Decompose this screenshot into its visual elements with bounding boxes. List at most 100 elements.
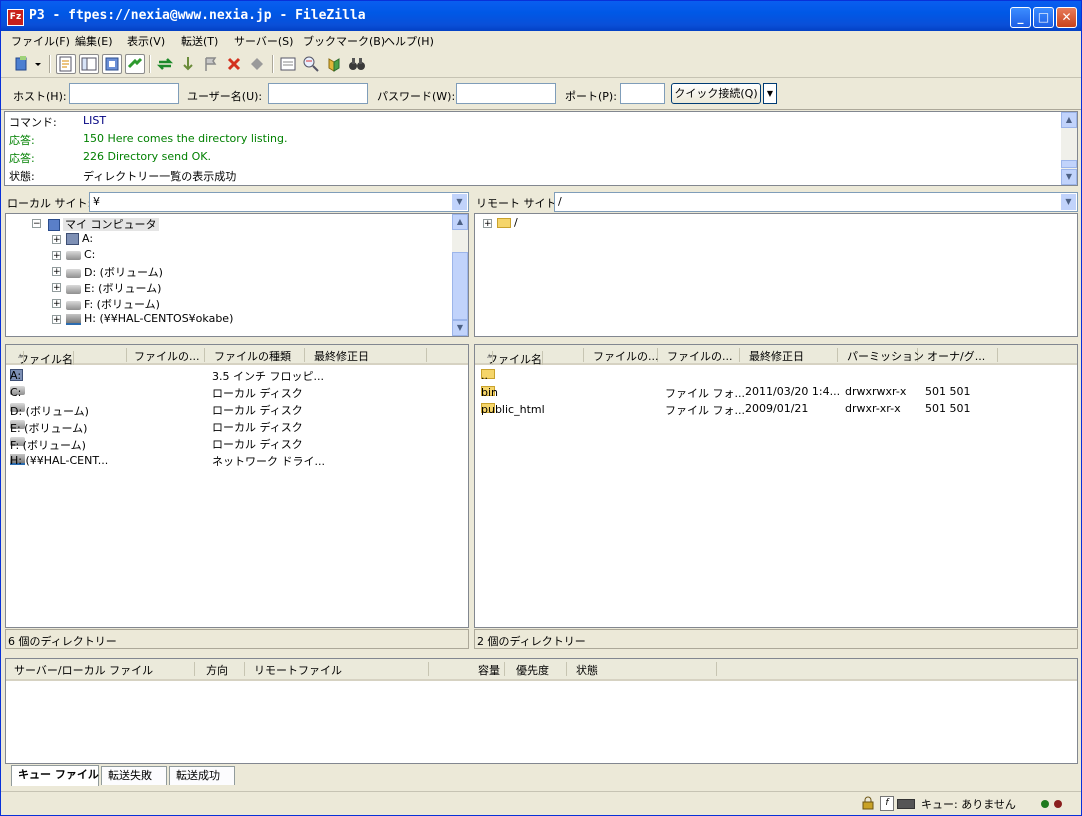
cancel-icon[interactable] [224, 54, 244, 74]
password-input[interactable] [456, 83, 556, 104]
expand-icon[interactable]: + [52, 251, 61, 261]
column-header-owner[interactable]: オーナ/グ... [927, 348, 998, 363]
sort-arrow-icon: ▵ [18, 351, 24, 365]
column-header-server-local-file[interactable]: サーバー/ローカル ファイル [14, 662, 195, 677]
tab-failed-transfers[interactable]: 転送失敗 [101, 766, 167, 785]
close-button[interactable]: ✕ [1056, 7, 1077, 28]
local-site-label: ローカル サイト: [7, 197, 92, 210]
site-manager-icon[interactable] [13, 54, 43, 74]
column-header-filetype[interactable]: ファイルの種類 [214, 348, 305, 363]
message-log-toggle-icon[interactable] [56, 54, 76, 74]
host-input[interactable] [69, 83, 179, 104]
chevron-down-icon[interactable]: ▼ [452, 194, 467, 210]
disconnect-icon[interactable] [247, 54, 267, 74]
tab-successful-transfers[interactable]: 転送成功 [169, 766, 235, 785]
expand-icon[interactable]: + [52, 267, 61, 277]
scroll-down-button[interactable]: ▼ [452, 320, 468, 336]
log-label: コマンド: [9, 116, 57, 129]
column-header-filesize[interactable]: ファイルの... [134, 348, 205, 363]
file-row[interactable]: F: (ボリューム) ローカル ディスク [6, 435, 468, 452]
local-path-combo[interactable]: ¥ ▼ [89, 192, 469, 212]
minimize-button[interactable]: _ [1010, 7, 1031, 28]
scroll-up-button[interactable]: ▲ [452, 214, 468, 230]
menu-edit[interactable]: 編集(E) [75, 33, 113, 49]
file-row[interactable]: E: (ボリューム) ローカル ディスク [6, 418, 468, 435]
quickconnect-button[interactable]: クイック接続(Q) [671, 83, 761, 104]
column-header-permissions[interactable]: パーミッション [847, 348, 924, 363]
hard-drive-icon [66, 284, 81, 294]
maximize-button[interactable]: □ [1033, 7, 1054, 28]
tab-queued-files[interactable]: キュー ファイル [11, 765, 99, 786]
local-tree-toggle-icon[interactable] [79, 54, 99, 74]
column-header-modified[interactable]: 最終修正日 [314, 348, 427, 363]
quickconnect-dropdown-button[interactable]: ▼ [763, 83, 777, 104]
file-row[interactable]: H: (¥¥HAL-CENT... ネットワーク ドライ... [6, 452, 468, 469]
expand-icon[interactable]: + [52, 315, 61, 325]
menu-server[interactable]: サーバー(S) [234, 33, 293, 49]
network-drive-icon [66, 313, 81, 325]
directory-compare-icon[interactable] [301, 54, 321, 74]
filter-icon[interactable] [278, 54, 298, 74]
column-header-remote-file[interactable]: リモートファイル [254, 662, 429, 677]
transfer-queue-toggle-icon[interactable] [125, 54, 145, 74]
column-header-status[interactable]: 状態 [576, 662, 717, 677]
log-scrollbar[interactable]: ▲ ▼ [1061, 112, 1077, 185]
filezilla-app-icon: Fz [7, 9, 24, 26]
column-header-modified[interactable]: 最終修正日 [749, 348, 838, 363]
log-label: 応答: [9, 134, 35, 147]
column-header-size[interactable]: 容量 [478, 662, 505, 677]
local-directory-tree: − マイ コンピュータ + A: + C: + D: (ボリューム) + E: … [5, 213, 469, 337]
file-row[interactable]: public_html ファイル フォ... 2009/01/21 drwxr-… [475, 401, 1077, 418]
file-row[interactable]: bin ファイル フォ... 2011/03/20 1:4... drwxrwx… [475, 384, 1077, 401]
menu-bookmark[interactable]: ブックマーク(B) [303, 33, 385, 49]
hard-drive-icon [66, 268, 81, 278]
search-binoculars-icon[interactable] [347, 54, 367, 74]
window-title: P3 - ftpes://nexia@www.nexia.jp - FileZi… [29, 8, 366, 23]
column-header-filename[interactable]: ファイル名 ▵ [18, 348, 127, 366]
column-header-filesize[interactable]: ファイルの... [593, 348, 659, 363]
column-header-filetype[interactable]: ファイルの... [667, 348, 740, 363]
file-row[interactable]: D: (ボリューム) ローカル ディスク [6, 401, 468, 418]
file-row[interactable]: A: 3.5 インチ フロッピ... [6, 367, 468, 384]
stop-flag-icon[interactable] [201, 54, 221, 74]
scroll-thumb[interactable] [1061, 160, 1077, 168]
remote-directory-tree: + / [474, 213, 1078, 337]
menu-file[interactable]: ファイル(F) [11, 33, 70, 49]
filter-status-icon[interactable]: f [880, 796, 894, 811]
tree-node-label: A: [82, 232, 94, 245]
username-input[interactable] [268, 83, 368, 104]
tree-node-label: / [514, 216, 518, 229]
port-input[interactable] [620, 83, 665, 104]
refresh-icon[interactable] [155, 54, 175, 74]
scroll-down-button[interactable]: ▼ [1061, 169, 1077, 185]
file-row[interactable]: C: ローカル ディスク [6, 384, 468, 401]
menu-view[interactable]: 表示(V) [127, 33, 165, 49]
expand-icon[interactable]: + [52, 299, 61, 309]
chevron-down-icon[interactable]: ▼ [1061, 194, 1076, 210]
lock-icon [861, 796, 875, 813]
column-header-filename[interactable]: ファイル名 ▵ [487, 348, 584, 366]
scroll-up-button[interactable]: ▲ [1061, 112, 1077, 128]
local-list-header: ファイル名 ▵ ファイルの... ファイルの種類 最終修正日 [6, 345, 468, 366]
remote-tree-toggle-icon[interactable] [102, 54, 122, 74]
expand-icon[interactable]: + [52, 235, 61, 245]
expand-icon[interactable]: + [52, 283, 61, 293]
column-header-priority[interactable]: 優先度 [516, 662, 567, 677]
local-tree-scrollbar[interactable]: ▲ ▼ [452, 214, 468, 336]
menu-bar: ファイル(F) 編集(E) 表示(V) 転送(T) サーバー(S) ブックマーク… [1, 31, 1081, 50]
menu-transfer[interactable]: 転送(T) [181, 33, 218, 49]
menu-help[interactable]: ヘルプ(H) [384, 33, 434, 49]
sync-browsing-icon[interactable] [324, 54, 344, 74]
file-row[interactable]: .. [475, 367, 1077, 384]
quickconnect-bar: ホスト(H): ユーザー名(U): パスワード(W): ポート(P): [1, 79, 1081, 110]
transfer-queue: サーバー/ローカル ファイル 方向 リモートファイル 容量 優先度 状態 [5, 658, 1078, 764]
scroll-thumb[interactable] [452, 252, 468, 320]
hard-drive-icon [66, 300, 81, 310]
remote-path-combo[interactable]: / ▼ [554, 192, 1078, 212]
title-bar[interactable]: Fz P3 - ftpes://nexia@www.nexia.jp - Fil… [1, 1, 1081, 31]
process-queue-icon[interactable] [178, 54, 198, 74]
expand-icon[interactable]: + [483, 219, 492, 229]
collapse-icon[interactable]: − [32, 219, 41, 229]
column-header-direction[interactable]: 方向 [206, 662, 245, 677]
local-path-value: ¥ [93, 195, 100, 208]
